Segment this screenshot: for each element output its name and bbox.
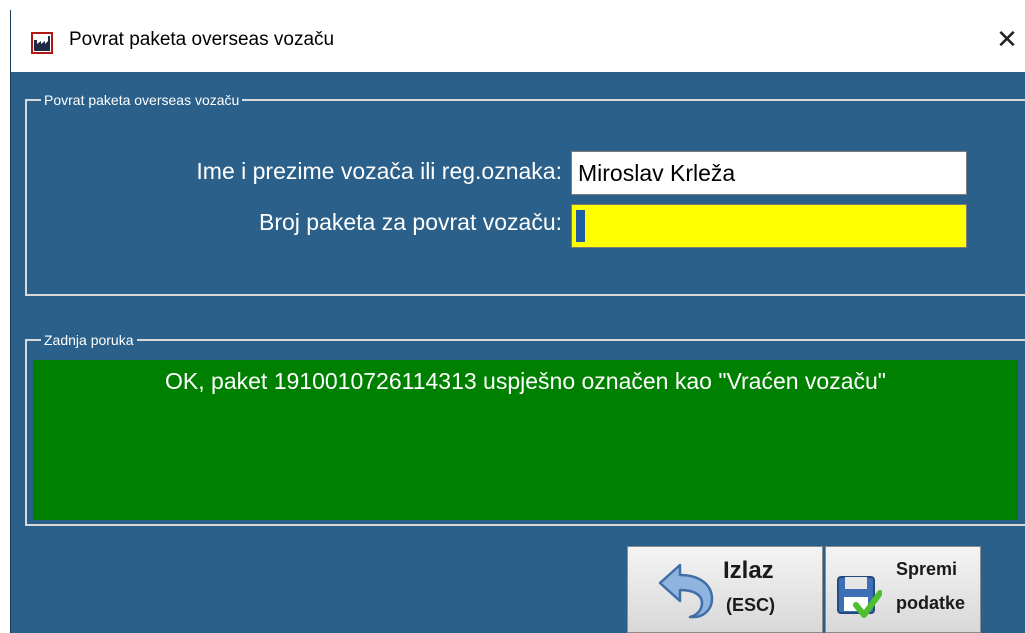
floppy-check-icon (837, 576, 882, 618)
dialog-window: Povrat paketa overseas vozaču ✕ Povrat p… (10, 10, 1025, 633)
exit-button[interactable]: Izlaz (ESC) (627, 546, 823, 633)
save-label-line2: podatke (896, 593, 966, 613)
package-number-input[interactable] (571, 204, 967, 248)
factory-icon (31, 32, 53, 54)
save-label-line1: Spremi (896, 559, 958, 579)
save-button[interactable]: Spremi podatke (825, 546, 981, 633)
exit-shortcut: (ESC) (726, 595, 775, 615)
last-message-text: OK, paket 1910010726114313 uspješno ozna… (33, 360, 1018, 520)
background-window-edge (0, 0, 10, 633)
close-button[interactable]: ✕ (988, 20, 1025, 60)
package-number-label: Broj paketa za povrat vozaču: (259, 209, 562, 235)
return-package-legend: Povrat paketa overseas vozaču (44, 92, 240, 108)
title-bar: Povrat paketa overseas vozaču ✕ (11, 10, 1025, 72)
window-title: Povrat paketa overseas vozaču (69, 29, 335, 50)
last-message-legend: Zadnja poruka (44, 332, 134, 348)
last-message-group: Zadnja poruka OK, paket 1910010726114313… (25, 332, 1025, 526)
driver-label: Ime i prezime vozača ili reg.oznaka: (196, 158, 562, 184)
back-arrow-icon (658, 563, 714, 619)
return-package-group: Povrat paketa overseas vozaču Ime i prez… (25, 92, 1025, 296)
text-cursor (576, 210, 585, 242)
exit-label: Izlaz (723, 557, 774, 584)
background-window-strip (0, 0, 1025, 10)
driver-input[interactable] (571, 151, 967, 195)
